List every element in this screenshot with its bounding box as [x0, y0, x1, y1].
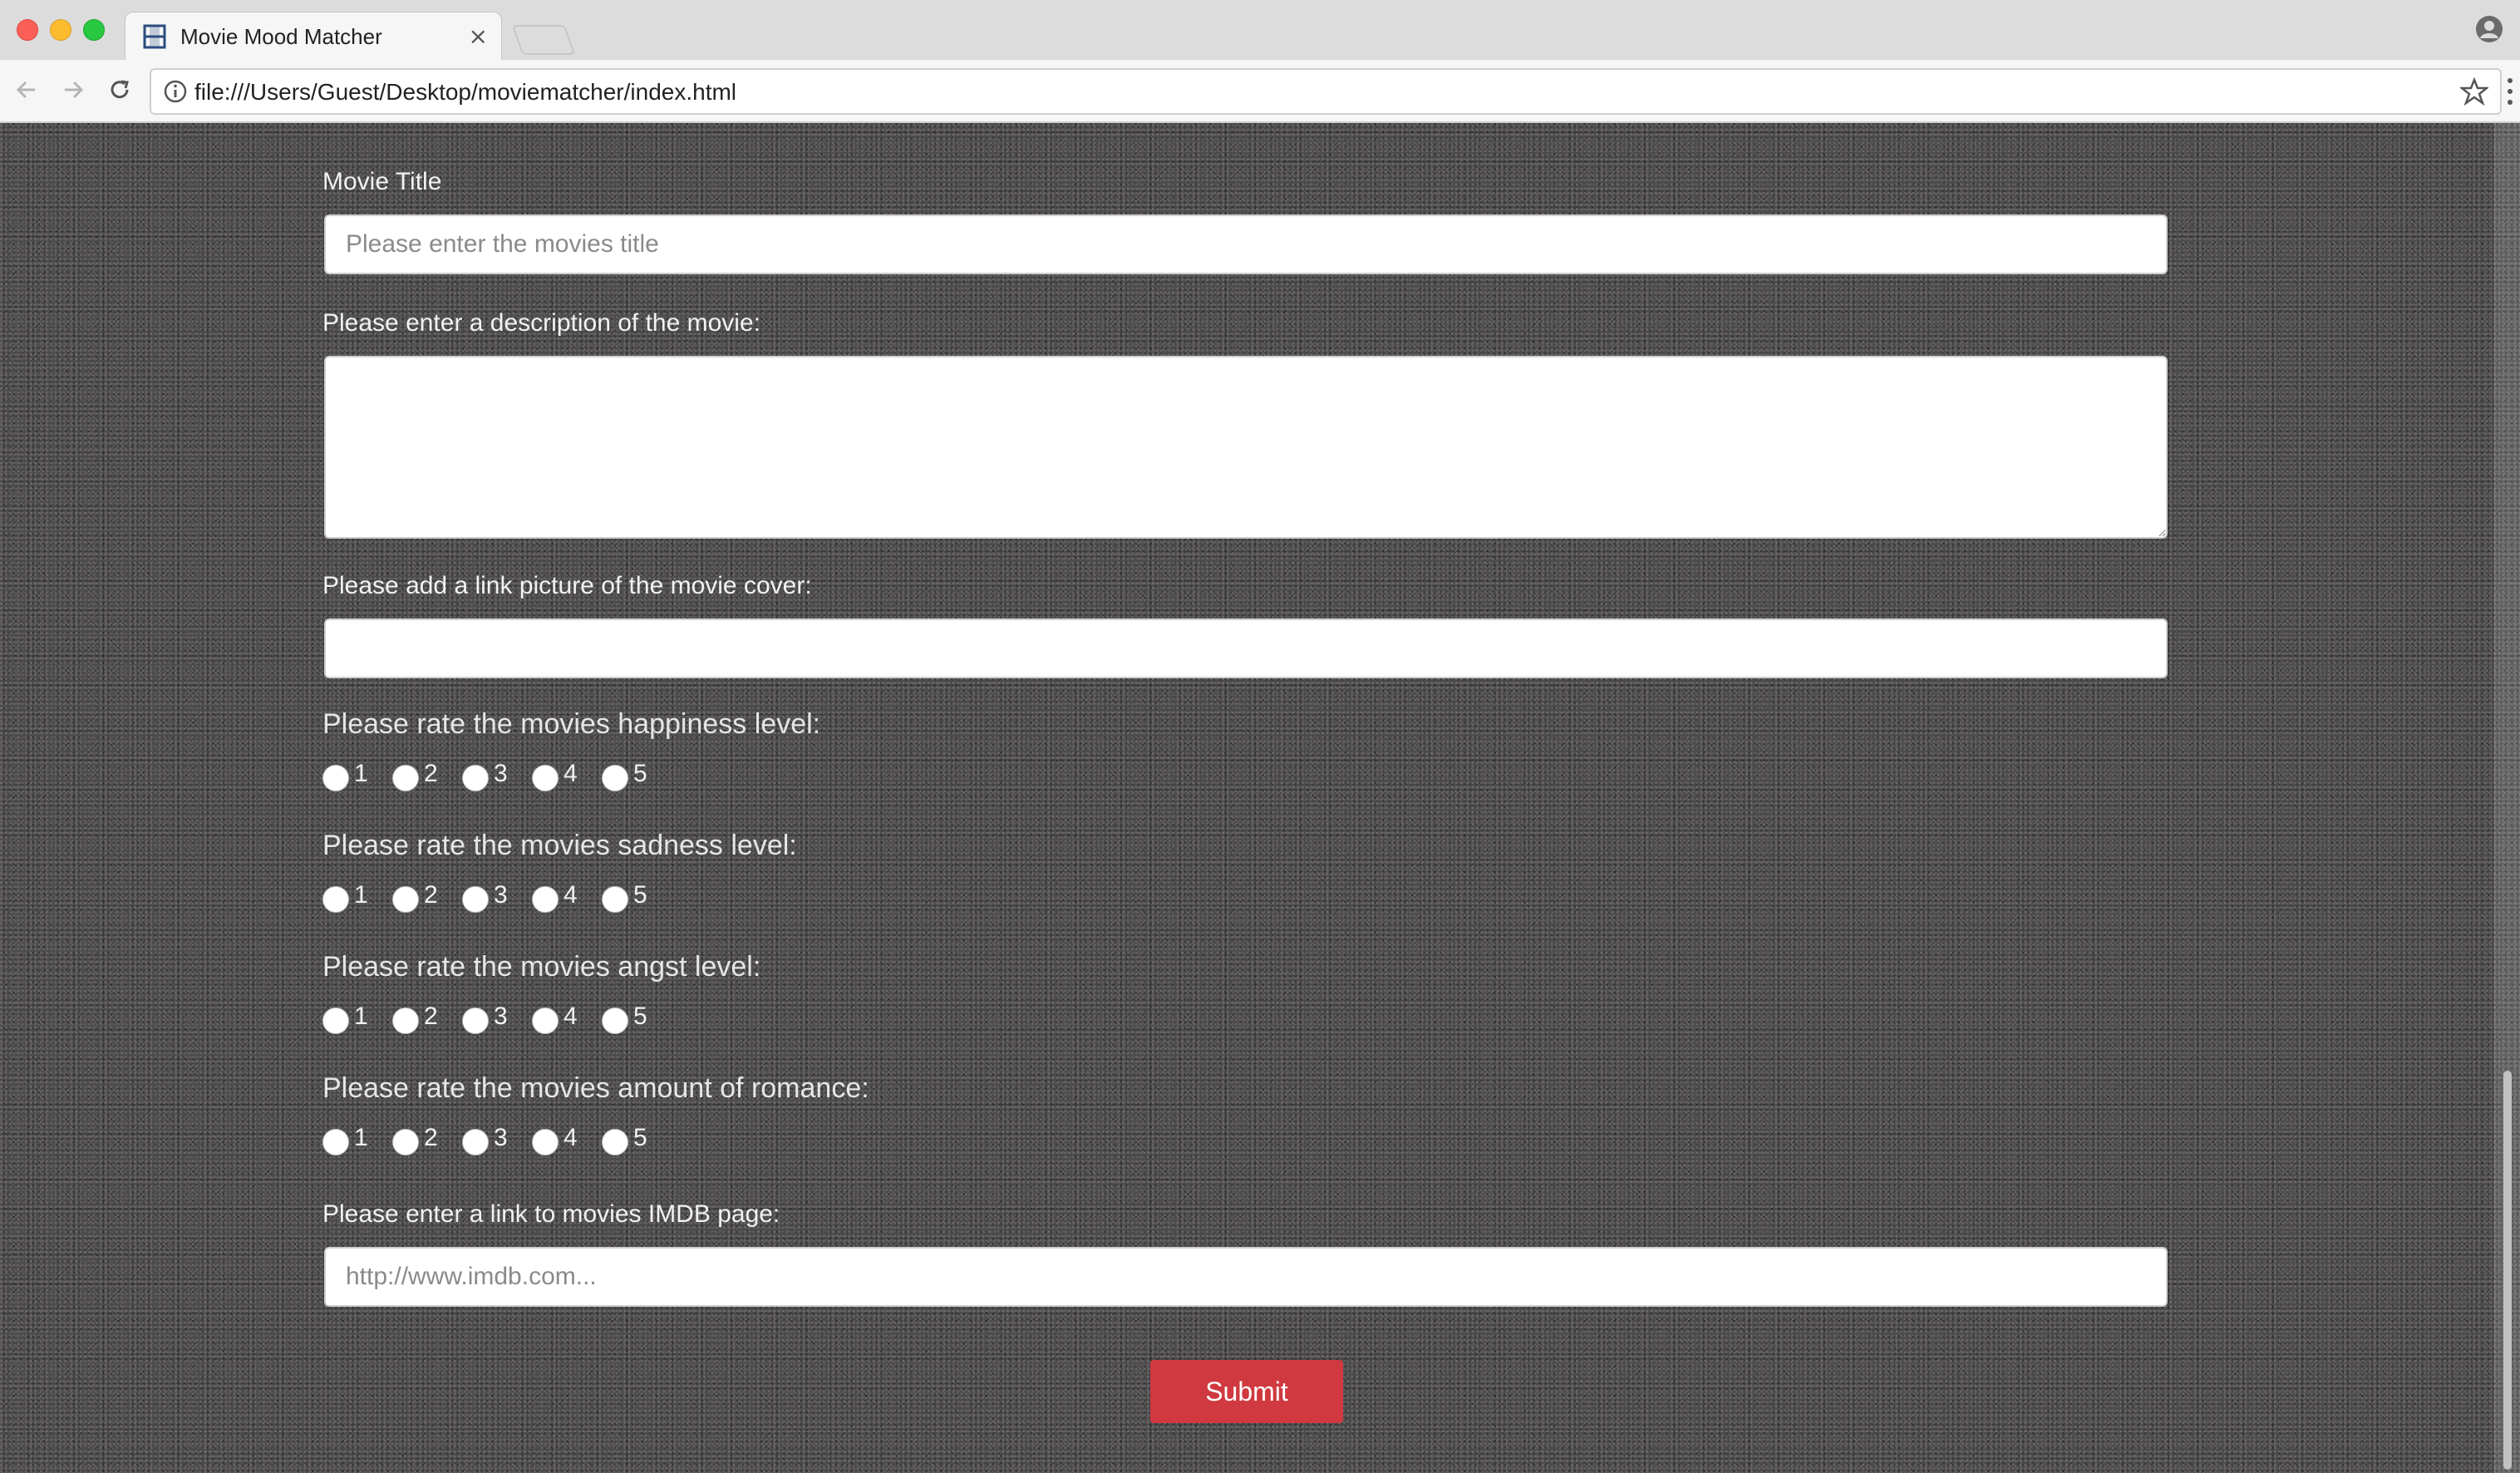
radio-button[interactable] — [602, 765, 628, 791]
radio-label: 4 — [564, 1003, 578, 1030]
browser-tabstrip: Movie Mood Matcher × — [0, 0, 2520, 61]
radio-label: 2 — [424, 1124, 438, 1151]
imdb-link-label: Please enter a link to movies IMDB page: — [322, 1200, 780, 1228]
romance-rating-label: Please rate the movies amount of romance… — [322, 1072, 869, 1104]
radio-label: 4 — [564, 760, 578, 787]
radio-button[interactable] — [392, 1129, 419, 1155]
radio-button[interactable] — [322, 886, 349, 913]
radio-button[interactable] — [462, 765, 489, 791]
radio-button[interactable] — [532, 1007, 559, 1034]
page-viewport: Movie Title Please enter a description o… — [0, 123, 2520, 1473]
imdb-link-input[interactable] — [324, 1247, 2168, 1307]
forward-arrow-icon[interactable] — [58, 75, 88, 105]
new-tab-button[interactable] — [511, 25, 576, 55]
radio-label: 1 — [354, 881, 368, 909]
happiness-rating-label: Please rate the movies happiness level: — [322, 708, 821, 740]
radio-label: 2 — [424, 760, 438, 787]
radio-button[interactable] — [532, 886, 559, 913]
back-arrow-icon[interactable] — [12, 75, 42, 105]
radio-button[interactable] — [602, 1007, 628, 1034]
radio-label: 3 — [494, 881, 508, 909]
radio-label: 5 — [633, 1003, 647, 1030]
radio-button[interactable] — [392, 886, 419, 913]
reload-icon[interactable] — [105, 75, 135, 105]
browser-tab[interactable]: Movie Mood Matcher × — [125, 12, 502, 61]
radio-label: 2 — [424, 1003, 438, 1030]
radio-button[interactable] — [462, 886, 489, 913]
bookmark-star-icon[interactable] — [2460, 77, 2488, 106]
radio-label: 3 — [494, 1124, 508, 1151]
movie-title-input[interactable] — [324, 214, 2168, 274]
radio-button[interactable] — [532, 1129, 559, 1155]
cover-link-label: Please add a link picture of the movie c… — [322, 572, 812, 599]
radio-button[interactable] — [392, 765, 419, 791]
radio-button[interactable] — [322, 765, 349, 791]
film-icon — [143, 24, 166, 49]
profile-icon[interactable] — [2475, 15, 2503, 43]
radio-button[interactable] — [322, 1007, 349, 1034]
radio-label: 3 — [494, 760, 508, 787]
url-text: file:///Users/Guest/Desktop/moviematcher… — [194, 79, 737, 105]
radio-label: 5 — [633, 881, 647, 909]
radio-label: 4 — [564, 1124, 578, 1151]
close-window-button[interactable] — [17, 19, 38, 41]
scrollbar-thumb[interactable] — [2503, 1071, 2512, 1470]
movie-title-label: Movie Title — [322, 168, 442, 195]
radio-label: 2 — [424, 881, 438, 909]
radio-button[interactable] — [322, 1129, 349, 1155]
browser-toolbar: file:///Users/Guest/Desktop/moviematcher… — [0, 60, 2520, 123]
radio-button[interactable] — [462, 1007, 489, 1034]
address-bar[interactable]: file:///Users/Guest/Desktop/moviematcher… — [150, 68, 2502, 115]
minimize-window-button[interactable] — [50, 19, 71, 41]
radio-label: 5 — [633, 760, 647, 787]
radio-button[interactable] — [392, 1007, 419, 1034]
radio-label: 1 — [354, 760, 368, 787]
description-label: Please enter a description of the movie: — [322, 309, 760, 337]
kebab-menu-icon[interactable] — [2505, 76, 2515, 106]
zoom-window-button[interactable] — [83, 19, 105, 41]
radio-button[interactable] — [602, 886, 628, 913]
angst-rating-label: Please rate the movies angst level: — [322, 951, 761, 983]
info-icon[interactable] — [163, 79, 188, 104]
radio-button[interactable] — [602, 1129, 628, 1155]
radio-label: 1 — [354, 1003, 368, 1030]
submit-button[interactable]: Submit — [1150, 1360, 1343, 1423]
description-textarea[interactable] — [324, 356, 2168, 539]
radio-label: 3 — [494, 1003, 508, 1030]
close-tab-icon[interactable]: × — [469, 22, 488, 50]
radio-label: 4 — [564, 881, 578, 909]
radio-label: 1 — [354, 1124, 368, 1151]
page-scrollbar[interactable] — [2494, 123, 2520, 1473]
sadness-rating-label: Please rate the movies sadness level: — [322, 830, 797, 861]
tab-title: Movie Mood Matcher — [180, 24, 382, 49]
radio-label: 5 — [633, 1124, 647, 1151]
radio-button[interactable] — [462, 1129, 489, 1155]
cover-link-input[interactable] — [324, 618, 2168, 678]
radio-button[interactable] — [532, 765, 559, 791]
